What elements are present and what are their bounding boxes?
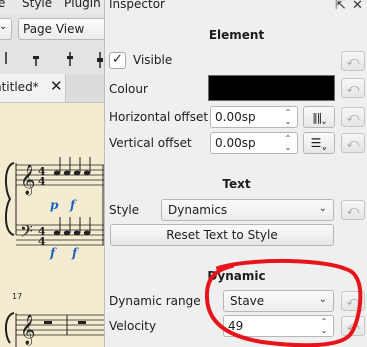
highlight-annotation bbox=[204, 258, 363, 347]
